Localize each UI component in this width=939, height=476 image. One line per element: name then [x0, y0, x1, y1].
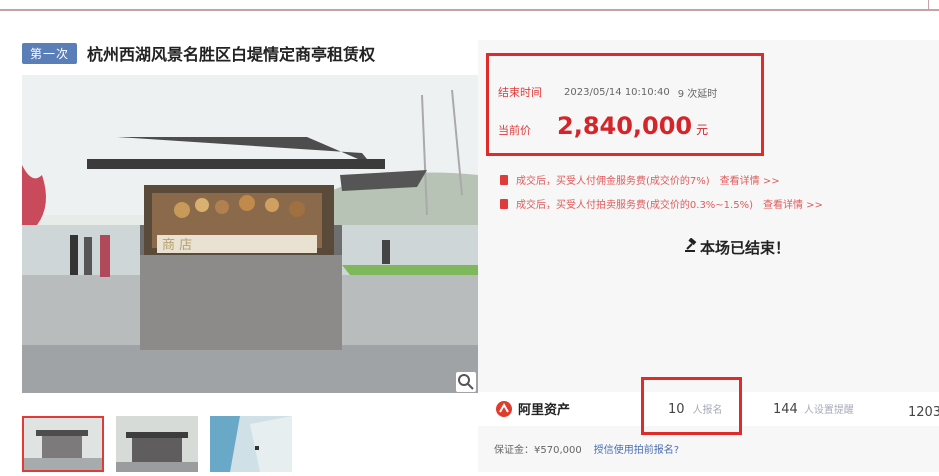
right-divider — [928, 0, 929, 11]
notice-icon — [500, 174, 508, 185]
round-badge: 第一次 — [22, 42, 78, 64]
kiosk-photo-image: 商 店 — [22, 75, 478, 393]
notice-more-link[interactable]: 查看详情 >> — [720, 172, 780, 187]
brand-logo-icon — [496, 400, 512, 417]
notice-commission: 成交后，买受人付佣金服务费(成交价的7%) 查看详情 >> — [500, 172, 780, 187]
notice-service-fee: 成交后，买受人付拍卖服务费(成交价的0.3%~1.5%) 查看详情 >> — [500, 196, 823, 211]
views-count: 1203 — [908, 405, 939, 420]
watchers-count: 144 — [773, 402, 798, 417]
gavel-icon — [685, 238, 697, 252]
price-unit: 元 — [696, 123, 709, 137]
thumbnail-2[interactable] — [116, 416, 198, 472]
thumbnail-3[interactable] — [210, 416, 292, 472]
price-row: 当前价 2,840,000 元 — [498, 112, 708, 140]
notice-icon — [500, 198, 508, 209]
svg-text:商 店: 商 店 — [162, 238, 192, 253]
deposit-link[interactable]: 授信使用拍前报名? — [594, 441, 679, 456]
thumbnail-1[interactable] — [22, 416, 104, 472]
bidders-label: 人报名 — [692, 405, 723, 416]
title-row: 第一次 杭州西湖风景名胜区白堤情定商亭租赁权 — [22, 42, 375, 64]
auction-ended-text: 本场已结束！ — [700, 239, 791, 257]
top-divider — [0, 9, 939, 11]
search-icon — [458, 374, 474, 390]
price-value: 2,840,000 — [557, 112, 693, 140]
thumbnail-strip — [22, 416, 292, 472]
end-time-value: 2023/05/14 10:10:40 — [564, 86, 670, 98]
watchers-stat: 144 人设置提醒 — [773, 401, 854, 417]
bidders-count: 10 — [668, 402, 685, 417]
notice-text: 成交后，买受人付拍卖服务费(成交价的0.3%~1.5%) — [516, 200, 753, 211]
deposit-row: 保证金：¥570,000 授信使用拍前报名? — [494, 441, 679, 456]
views-stat: 1203 — [908, 401, 939, 420]
page-title: 杭州西湖风景名胜区白堤情定商亭租赁权 — [87, 45, 376, 64]
zoom-button[interactable] — [456, 372, 476, 392]
price-label: 当前价 — [498, 124, 531, 137]
deposit-label: 保证金：¥570,000 — [494, 445, 582, 456]
end-time-label: 结束时间 — [498, 86, 542, 99]
main-photo[interactable]: 商 店 — [22, 75, 478, 393]
brand-block[interactable]: 阿里资产 — [496, 399, 570, 418]
end-time-row: 结束时间 2023/05/14 10:10:40 9 次延时 — [498, 84, 717, 100]
notice-more-link[interactable]: 查看详情 >> — [763, 196, 823, 211]
price-highlight-box — [486, 53, 764, 156]
brand-name: 阿里资产 — [518, 403, 571, 418]
delay-count: 9 次延时 — [677, 88, 718, 100]
watchers-label: 人设置提醒 — [803, 405, 854, 416]
bidders-stat: 10 人报名 — [668, 401, 723, 417]
notice-text: 成交后，买受人付佣金服务费(成交价的7%) — [516, 176, 710, 187]
